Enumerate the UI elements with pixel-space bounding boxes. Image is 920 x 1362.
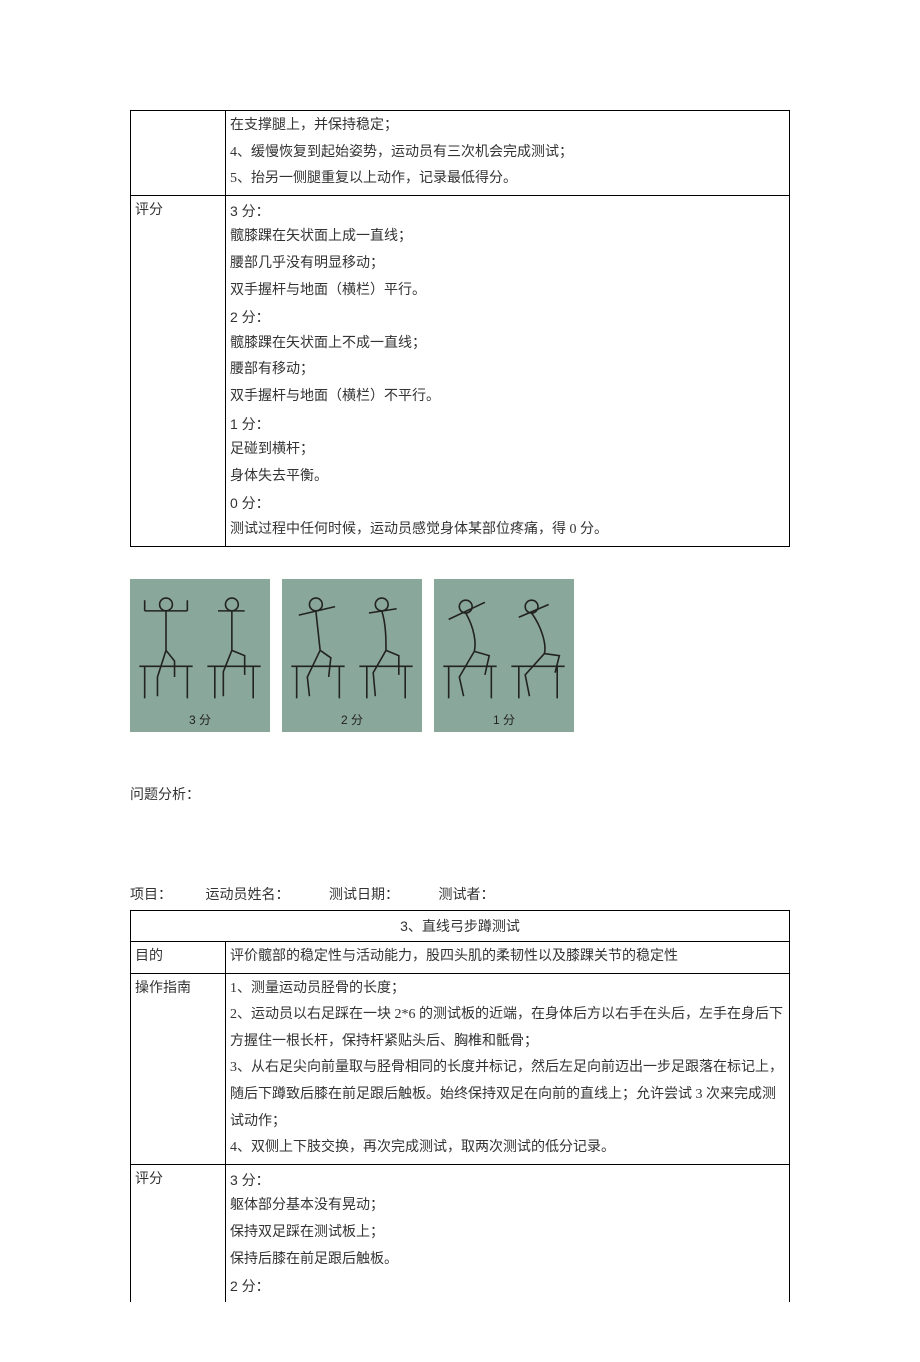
- score-head: 2 分：: [230, 304, 785, 331]
- cell-score-body: 3 分： 躯体部分基本没有晃动； 保持双足踩在测试板上； 保持后膝在前足跟后触板…: [226, 1164, 790, 1301]
- cell-empty: [131, 111, 226, 196]
- cell-operation-extra: 在支撑腿上，并保持稳定； 4、缓慢恢复到起始姿势，运动员有三次机会完成测试； 5…: [226, 111, 790, 196]
- score-head: 1 分：: [230, 411, 785, 438]
- cell-guide-label: 操作指南: [131, 973, 226, 1164]
- fh-date: 测试日期：: [329, 884, 399, 904]
- fh-name: 运动员姓名：: [206, 884, 290, 904]
- text-line: 双手握杆与地面（横栏）不平行。: [230, 384, 785, 411]
- fh-project: 项目：: [130, 884, 172, 904]
- fh-tester: 测试者：: [439, 884, 495, 904]
- table-row: 评分 3 分： 躯体部分基本没有晃动； 保持双足踩在测试板上； 保持后膝在前足跟…: [131, 1164, 790, 1301]
- text-line: 4、双侧上下肢交换，再次完成测试，取两次测试的低分记录。: [230, 1135, 785, 1162]
- figure-1pt: 1 分: [434, 579, 574, 732]
- text-line: 4、缓慢恢复到起始姿势，运动员有三次机会完成测试；: [230, 140, 785, 167]
- figure-3pt: 3 分: [130, 579, 270, 732]
- figure-caption: 2 分: [341, 711, 363, 728]
- figure-drawing: [286, 585, 418, 705]
- table-row: 在支撑腿上，并保持稳定； 4、缓慢恢复到起始姿势，运动员有三次机会完成测试； 5…: [131, 111, 790, 196]
- text-line: 3、从右足尖向前量取与胫骨相同的长度并标记，然后左足向前迈出一步足跟落在标记上，…: [230, 1055, 785, 1135]
- text-line: 保持双足踩在测试板上；: [230, 1220, 785, 1247]
- table-row: 评分 3 分： 髋膝踝在矢状面上成一直线； 腰部几乎没有明显移动； 双手握杆与地…: [131, 195, 790, 546]
- cell-purpose-text: 评价髋部的稳定性与活动能力，股四头肌的柔韧性以及膝踝关节的稳定性: [226, 942, 790, 974]
- test-table-1: 在支撑腿上，并保持稳定； 4、缓慢恢复到起始姿势，运动员有三次机会完成测试； 5…: [130, 110, 790, 547]
- text-line: 腰部有移动；: [230, 357, 785, 384]
- test-table-2: 3、直线弓步蹲测试 目的 评价髋部的稳定性与活动能力，股四头肌的柔韧性以及膝踝关…: [130, 910, 790, 1302]
- score-head: 0 分：: [230, 490, 785, 517]
- text-line: 1、测量运动员胫骨的长度；: [230, 976, 785, 1003]
- figure-2pt: 2 分: [282, 579, 422, 732]
- text-line: 髋膝踝在矢状面上不成一直线；: [230, 331, 785, 358]
- text-line: 测试过程中任何时候，运动员感觉身体某部位疼痛，得 0 分。: [230, 517, 785, 544]
- text-line: 躯体部分基本没有晃动；: [230, 1193, 785, 1220]
- figure-caption: 1 分: [493, 711, 515, 728]
- score-head: 3 分：: [230, 198, 785, 225]
- text-line: 在支撑腿上，并保持稳定；: [230, 113, 785, 140]
- text-line: 2、运动员以右足踩在一块 2*6 的测试板的近端，在身体后方以右手在头后，左手在…: [230, 1002, 785, 1055]
- stick-figure-front-icon: [438, 585, 502, 705]
- cell-score-label: 评分: [131, 1164, 226, 1301]
- document-page: 在支撑腿上，并保持稳定； 4、缓慢恢复到起始姿势，运动员有三次机会完成测试； 5…: [0, 0, 920, 1362]
- table-title: 3、直线弓步蹲测试: [131, 910, 790, 942]
- figure-drawing: [438, 585, 570, 705]
- cell-guide-body: 1、测量运动员胫骨的长度； 2、运动员以右足踩在一块 2*6 的测试板的近端，在…: [226, 973, 790, 1164]
- cell-purpose-label: 目的: [131, 942, 226, 974]
- text-line: 足碰到横杆；: [230, 437, 785, 464]
- stick-figure-side-icon: [354, 585, 418, 705]
- stick-figure-side-icon: [202, 585, 266, 705]
- cell-score-label: 评分: [131, 195, 226, 546]
- score-head: 3 分：: [230, 1167, 785, 1194]
- text-line: 保持后膝在前足跟后触板。: [230, 1247, 785, 1274]
- analysis-label: 问题分析：: [130, 784, 790, 804]
- stick-figure-side-icon: [506, 585, 570, 705]
- text-line: 5、抬另一侧腿重复以上动作，记录最低得分。: [230, 166, 785, 193]
- figure-drawing: [134, 585, 266, 705]
- score-head: 2 分：: [230, 1273, 785, 1300]
- text-line: 双手握杆与地面（横栏）平行。: [230, 278, 785, 305]
- table-row: 操作指南 1、测量运动员胫骨的长度； 2、运动员以右足踩在一块 2*6 的测试板…: [131, 973, 790, 1164]
- figure-row: 3 分: [130, 579, 790, 732]
- cell-score-body: 3 分： 髋膝踝在矢状面上成一直线； 腰部几乎没有明显移动； 双手握杆与地面（横…: [226, 195, 790, 546]
- form-header: 项目： 运动员姓名： 测试日期： 测试者：: [130, 884, 790, 904]
- text-line: 腰部几乎没有明显移动；: [230, 251, 785, 278]
- stick-figure-front-icon: [134, 585, 198, 705]
- table-row: 目的 评价髋部的稳定性与活动能力，股四头肌的柔韧性以及膝踝关节的稳定性: [131, 942, 790, 974]
- text-line: 身体失去平衡。: [230, 464, 785, 491]
- figure-caption: 3 分: [189, 711, 211, 728]
- text-line: 髋膝踝在矢状面上成一直线；: [230, 224, 785, 251]
- table-title-row: 3、直线弓步蹲测试: [131, 910, 790, 942]
- stick-figure-front-icon: [286, 585, 350, 705]
